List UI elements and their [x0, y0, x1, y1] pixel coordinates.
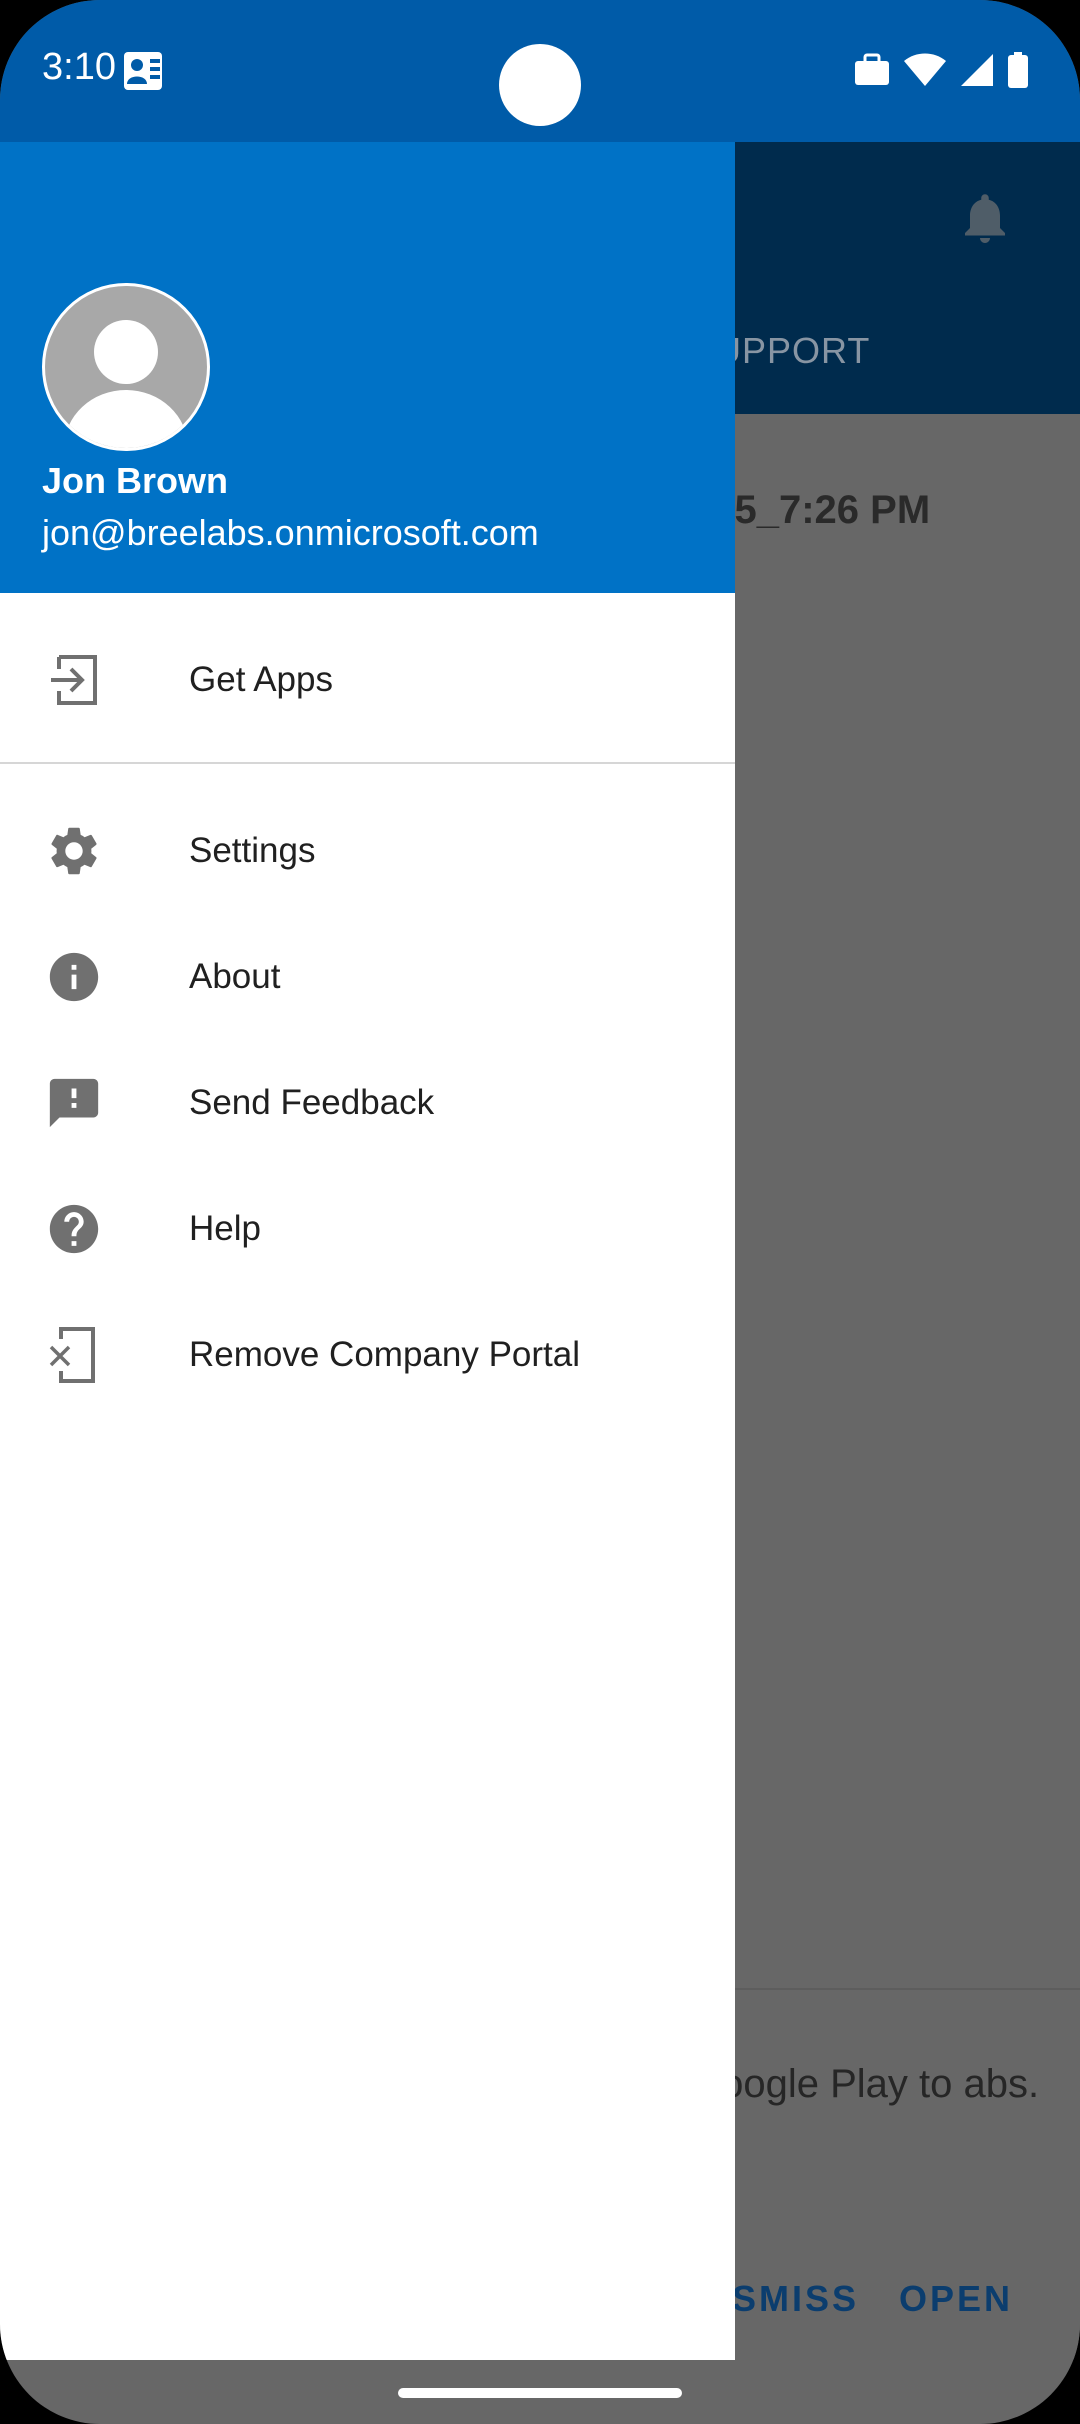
phone-screen: 3:10 SUPPORT 025_7:26 PM Google Play to … — [0, 0, 1080, 2424]
menu-item-help[interactable]: Help — [0, 1174, 735, 1284]
status-bar: 3:10 — [0, 0, 1080, 142]
drawer-header: Jon Brown jon@breelabs.onmicrosoft.com — [0, 142, 735, 593]
briefcase-icon — [855, 53, 889, 85]
menu-item-about[interactable]: About — [0, 922, 735, 1032]
person-icon — [64, 320, 188, 448]
menu-item-send-feedback[interactable]: Send Feedback — [0, 1048, 735, 1158]
menu-label-get-apps: Get Apps — [189, 660, 333, 699]
user-email: jon@breelabs.onmicrosoft.com — [42, 512, 539, 553]
menu-item-settings[interactable]: Settings — [0, 796, 735, 906]
banner-actions: DISMISS OPEN — [690, 2278, 1013, 2320]
wifi-icon — [904, 53, 946, 86]
sign-in-icon — [44, 650, 104, 710]
drawer-divider — [0, 762, 735, 764]
menu-item-remove-company-portal[interactable]: Remove Company Portal — [0, 1300, 735, 1410]
banner-message: Google Play to abs. — [690, 2062, 1040, 2106]
status-time: 3:10 — [42, 46, 116, 88]
camera-cutout — [499, 44, 581, 126]
menu-label-send-feedback: Send Feedback — [189, 1083, 435, 1122]
cell-signal-icon — [961, 54, 993, 86]
navigation-drawer: Jon Brown jon@breelabs.onmicrosoft.com G… — [0, 142, 735, 2360]
feedback-icon — [44, 1073, 104, 1133]
notifications-bell-icon[interactable] — [955, 188, 1015, 248]
menu-label-about: About — [189, 957, 281, 996]
help-icon — [44, 1199, 104, 1259]
remove-device-icon — [44, 1325, 104, 1385]
user-name: Jon Brown — [42, 460, 228, 501]
avatar[interactable] — [42, 283, 210, 451]
status-icons — [854, 52, 1028, 88]
home-gesture-bar[interactable] — [398, 2388, 682, 2398]
menu-label-help: Help — [189, 1209, 261, 1248]
open-button[interactable]: OPEN — [899, 2278, 1013, 2320]
menu-item-get-apps[interactable]: Get Apps — [0, 625, 735, 735]
gear-icon — [44, 821, 104, 881]
battery-icon — [1008, 52, 1028, 88]
menu-label-settings: Settings — [189, 831, 316, 870]
info-icon — [44, 947, 104, 1007]
menu-label-remove-company-portal: Remove Company Portal — [189, 1335, 580, 1374]
work-profile-icon — [124, 52, 162, 90]
